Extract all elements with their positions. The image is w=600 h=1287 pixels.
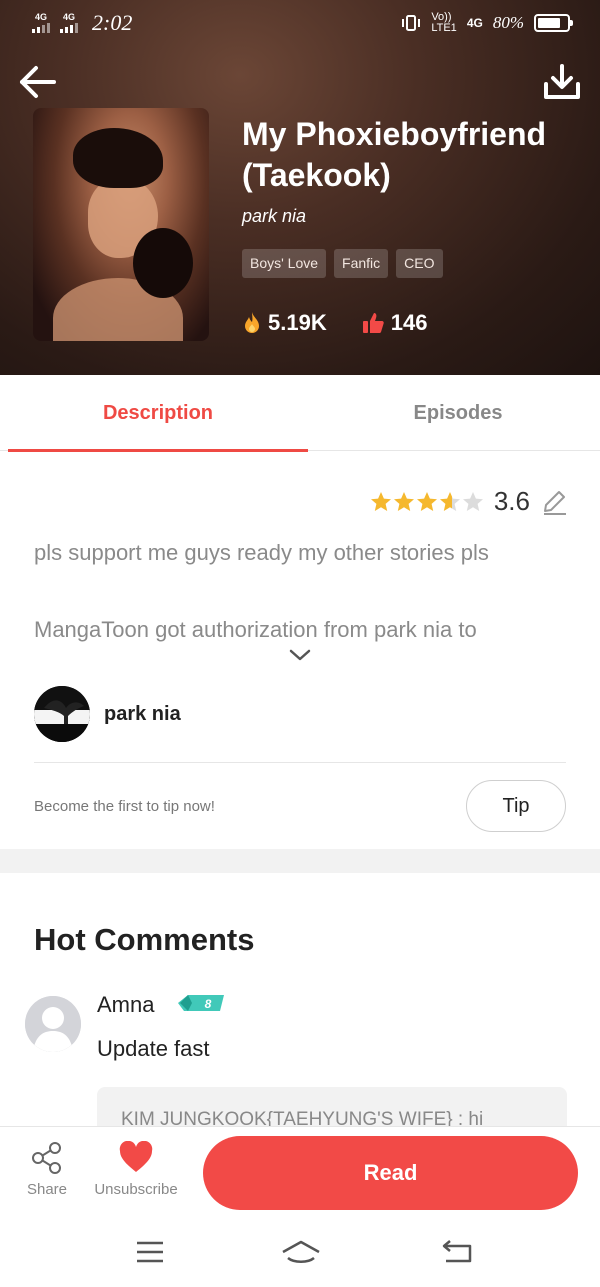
download-icon bbox=[544, 64, 580, 99]
share-icon bbox=[32, 1142, 61, 1174]
section-divider bbox=[0, 849, 600, 873]
book-title: My Phoxieboyfriend (Taekook) bbox=[242, 116, 547, 193]
book-cover bbox=[33, 108, 209, 341]
network-label: 4G bbox=[466, 16, 483, 30]
system-nav-bar bbox=[0, 1222, 600, 1287]
action-bar: Share Unsubscribe Read bbox=[0, 1126, 600, 1222]
tab-description[interactable]: Description bbox=[8, 375, 308, 452]
avatar bbox=[34, 686, 90, 742]
rating[interactable]: 3.6 bbox=[370, 486, 568, 517]
star-icon bbox=[370, 491, 391, 511]
home-icon[interactable] bbox=[280, 1238, 322, 1266]
tag-list: Boys' Love Fanfic CEO bbox=[242, 249, 443, 278]
signal-icon: 4G bbox=[32, 13, 50, 33]
arrow-left-icon bbox=[20, 66, 56, 98]
signal-icon: 4G bbox=[60, 13, 78, 33]
description-text: pls support me guys ready my other stori… bbox=[34, 540, 489, 565]
battery-icon bbox=[534, 14, 573, 32]
share-label: Share bbox=[26, 1181, 68, 1198]
vibrate-icon bbox=[402, 15, 421, 31]
comment-author[interactable]: Amna bbox=[97, 992, 154, 1018]
tab-episodes[interactable]: Episodes bbox=[308, 375, 600, 451]
book-header: 4G 4G 2:02 Vo)) LTE1 4G 80% My Phoxieboy… bbox=[0, 0, 600, 375]
tag[interactable]: CEO bbox=[396, 249, 443, 278]
tag[interactable]: Boys' Love bbox=[242, 249, 327, 278]
read-button[interactable]: Read bbox=[203, 1136, 578, 1210]
star-icon bbox=[416, 491, 437, 511]
fire-icon bbox=[245, 312, 259, 333]
battery-percent: 80% bbox=[492, 13, 524, 32]
tip-prompt: Become the first to tip now! bbox=[34, 798, 215, 815]
tag[interactable]: Fanfic bbox=[334, 249, 389, 278]
unsubscribe-button[interactable]: Unsubscribe bbox=[86, 1141, 186, 1198]
author-name: park nia bbox=[104, 702, 181, 725]
star-icon bbox=[462, 491, 483, 511]
rating-stars bbox=[370, 491, 484, 513]
views-count: 5.19K bbox=[268, 310, 327, 335]
unsubscribe-label: Unsubscribe bbox=[94, 1181, 178, 1198]
rating-value: 3.6 bbox=[493, 486, 530, 516]
sim1-label: 4G bbox=[34, 12, 47, 22]
clock: 2:02 bbox=[92, 10, 133, 35]
star-icon bbox=[439, 491, 460, 511]
pencil-icon[interactable] bbox=[540, 488, 568, 516]
authorization-text: MangaToon got authorization from park ni… bbox=[34, 617, 477, 642]
book-author[interactable]: park nia bbox=[242, 206, 306, 227]
back-nav-icon[interactable] bbox=[440, 1238, 474, 1266]
author-row[interactable]: park nia bbox=[34, 686, 181, 742]
tab-bar: Description Episodes bbox=[0, 375, 600, 452]
menu-icon[interactable] bbox=[134, 1238, 166, 1266]
likes-stat: 146 bbox=[361, 310, 428, 336]
likes-count: 146 bbox=[390, 310, 428, 335]
heart-icon bbox=[119, 1141, 153, 1172]
back-button[interactable] bbox=[18, 62, 58, 102]
comment-text: Update fast bbox=[97, 1036, 210, 1061]
lte-label: LTE1 bbox=[431, 22, 457, 34]
comments-title: Hot Comments bbox=[34, 922, 255, 957]
level-value: 8 bbox=[205, 997, 212, 1011]
chevron-down-icon[interactable] bbox=[288, 646, 312, 664]
level-badge: 8 bbox=[178, 993, 226, 1013]
tip-button[interactable]: Tip bbox=[466, 780, 566, 832]
sim2-label: 4G bbox=[62, 12, 75, 22]
status-bar: 4G 4G 2:02 Vo)) LTE1 4G 80% bbox=[0, 0, 600, 48]
thumbs-up-icon bbox=[362, 313, 384, 333]
book-stats: 5.19K 146 bbox=[242, 310, 461, 336]
divider bbox=[34, 762, 566, 763]
download-button[interactable] bbox=[540, 62, 584, 102]
share-button[interactable]: Share bbox=[18, 1141, 76, 1198]
star-icon bbox=[393, 491, 414, 511]
views-stat: 5.19K bbox=[242, 310, 327, 336]
avatar[interactable] bbox=[25, 996, 81, 1052]
